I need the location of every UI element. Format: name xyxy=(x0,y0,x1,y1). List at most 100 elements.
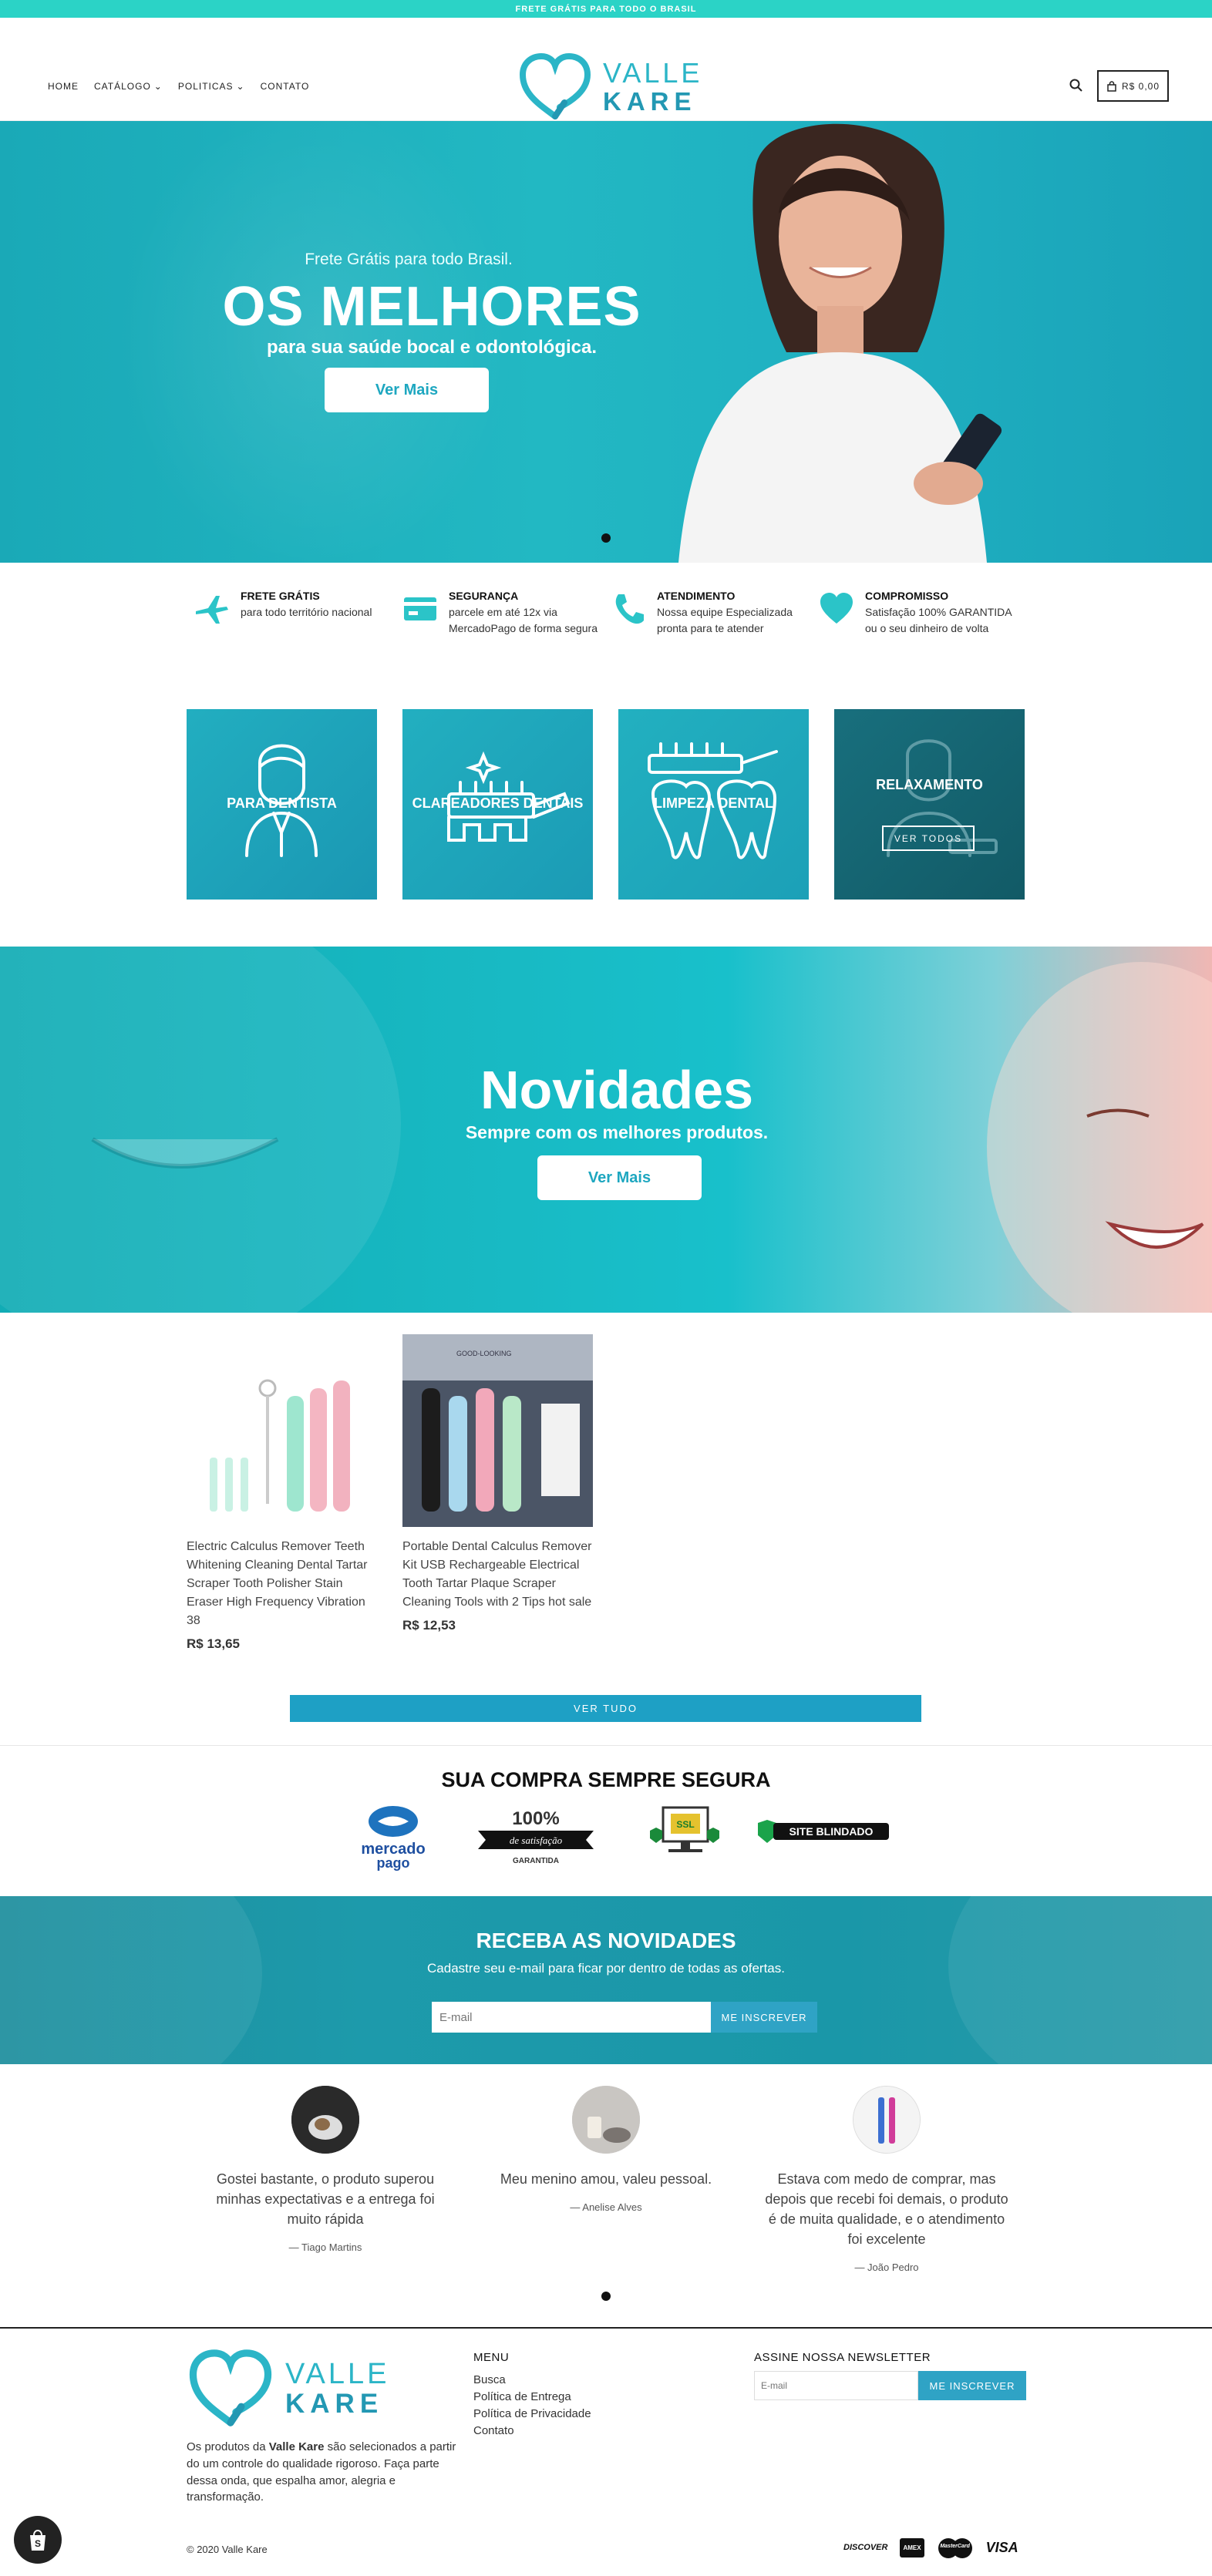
site-logo[interactable]: VALLE KARE xyxy=(518,52,702,121)
footer-menu: MENU Busca Política de Entrega Política … xyxy=(473,2351,591,2440)
hero-title: OS MELHORES xyxy=(222,276,641,338)
nav-item-catalogo[interactable]: CATÁLOGO ⌄ xyxy=(94,81,163,92)
hero-banner: Frete Grátis para todo Brasil. OS MELHOR… xyxy=(0,121,1212,563)
heart-icon xyxy=(820,593,853,624)
hero-cta-button[interactable]: Ver Mais xyxy=(325,368,489,412)
product-price: R$ 13,65 xyxy=(187,1636,240,1651)
category-label: RELAXAMENTO xyxy=(876,777,983,792)
credit-card-icon xyxy=(404,597,436,620)
satisfaction-badge: 100% de satisfação GARANTIDA xyxy=(478,1808,594,1865)
about-brand: Valle Kare xyxy=(268,2440,325,2453)
nav-item-home[interactable]: HOME xyxy=(48,81,79,92)
feature-title: SEGURANÇA xyxy=(449,590,519,602)
mercado-pago-logo: mercado pago xyxy=(361,1806,426,1871)
ver-tudo-label: VER TUDO xyxy=(574,1703,638,1714)
feature-item: SEGURANÇA parcele em até 12x via Mercado… xyxy=(401,590,609,637)
footer-link-entrega[interactable]: Política de Entrega xyxy=(473,2389,591,2406)
product-card[interactable]: Electric Calculus Remover Teeth Whitenin… xyxy=(187,1334,377,1652)
footer-newsletter-title: ASSINE NOSSA NEWSLETTER xyxy=(754,2351,931,2364)
nav-label: CATÁLOGO xyxy=(94,81,151,92)
nav-label: POLITICAS xyxy=(177,81,234,92)
cart-button[interactable]: R$ 0,00 xyxy=(1097,70,1169,102)
testimonial-item: Gostei bastante, o produto superou minha… xyxy=(185,2086,466,2273)
laughing-woman-right-image xyxy=(987,962,1212,1313)
newsletter-subscribe-label: ME INSCREVER xyxy=(721,2011,807,2023)
product-card[interactable]: GOOD-LOOKING Portable Dental Calculus Re… xyxy=(402,1334,593,1652)
secure-title: SUA COMPRA SEMPRE SEGURA xyxy=(441,1768,771,1791)
satisfaction-guarantee: GARANTIDA xyxy=(513,1857,559,1865)
testimonial-item: Estava com medo de comprar, mas depois q… xyxy=(746,2086,1027,2273)
avatar-image xyxy=(853,2087,920,2153)
ssl-text: SSL xyxy=(676,1819,694,1830)
slider-dot[interactable] xyxy=(601,533,611,543)
mastercard-label: MasterCard xyxy=(940,2544,970,2549)
footer-menu-title: MENU xyxy=(473,2351,510,2364)
footer-link-contato[interactable]: Contato xyxy=(473,2423,591,2440)
satisfaction-percent: 100% xyxy=(512,1808,559,1829)
nav-item-contato[interactable]: CONTATO xyxy=(261,81,310,92)
feature-item: COMPROMISSO Satisfação 100% GARANTIDA ou… xyxy=(817,590,1025,637)
phone-icon xyxy=(615,594,644,624)
footer-email-input[interactable] xyxy=(754,2371,918,2400)
site-blindado-text: SITE BLINDADO xyxy=(789,1825,874,1838)
ver-todos-button[interactable]: VER TODOS xyxy=(882,826,975,851)
feature-text: para todo território nacional xyxy=(241,606,372,618)
shopify-chat-button[interactable]: S xyxy=(14,2516,62,2564)
hero-cta-label: Ver Mais xyxy=(375,381,439,399)
product-image-caption: GOOD-LOOKING xyxy=(456,1350,512,1357)
category-tile-limpeza[interactable]: LIMPEZA DENTAL xyxy=(618,709,809,900)
product-image xyxy=(187,1334,377,1527)
calculus-remover-kit-image: GOOD-LOOKING xyxy=(402,1334,593,1527)
nav-item-politicas[interactable]: POLITICAS ⌄ xyxy=(178,81,245,92)
main-nav: HOME CATÁLOGO ⌄ POLITICAS ⌄ CONTATO xyxy=(48,81,309,92)
ver-todos-label: VER TODOS xyxy=(894,832,963,844)
newsletter-email-input[interactable] xyxy=(432,2002,711,2033)
testimonial-slider-dot[interactable] xyxy=(601,2292,611,2301)
chevron-down-icon: ⌄ xyxy=(236,81,245,92)
testimonial-item: Meu menino amou, valeu pessoal. — Anelis… xyxy=(466,2086,746,2273)
ver-tudo-button[interactable]: VER TUDO xyxy=(290,1695,921,1722)
product-price: R$ 12,53 xyxy=(402,1618,456,1633)
site-blindado-badge: SITE BLINDADO xyxy=(758,1820,889,1843)
novidades-cta-button[interactable]: Ver Mais xyxy=(537,1155,702,1200)
feature-text: Satisfação 100% GARANTIDA ou o seu dinhe… xyxy=(865,606,1012,634)
category-tile-clareadores[interactable]: CLAREADORES DENTAIS xyxy=(402,709,593,900)
smiling-woman-left-image xyxy=(0,947,401,1313)
section-divider xyxy=(0,1745,1212,1746)
site-header: HOME CATÁLOGO ⌄ POLITICAS ⌄ CONTATO VALLE … xyxy=(0,18,1212,121)
newsletter-subscribe-button[interactable]: ME INSCREVER xyxy=(711,2002,817,2033)
newsletter-subtitle: Cadastre seu e-mail para ficar por dentr… xyxy=(427,1961,785,1976)
novidades-subtitle: Sempre com os melhores produtos. xyxy=(465,1122,769,1142)
feature-title: COMPROMISSO xyxy=(865,590,949,602)
avatar xyxy=(291,2086,359,2154)
avatar xyxy=(572,2086,640,2154)
features-row: FRETE GRÁTIS para todo território nacion… xyxy=(193,590,1025,637)
chevron-down-icon: ⌄ xyxy=(153,81,163,92)
hero-subtitle: Frete Grátis para todo Brasil. xyxy=(305,251,513,268)
about-text: Os produtos da xyxy=(187,2440,269,2453)
category-grid: PARA DENTISTA CLAREADORES DENTAIS LIMPEZ… xyxy=(187,709,1025,900)
novidades-banner: Novidades Sempre com os melhores produto… xyxy=(0,947,1212,1313)
footer-newsletter: ASSINE NOSSA NEWSLETTER xyxy=(754,2351,931,2372)
copyright: © 2020 Valle Kare xyxy=(187,2544,268,2555)
feature-item: ATENDIMENTO Nossa equipe Especializada p… xyxy=(609,590,817,637)
shopify-bag-icon: S xyxy=(30,2530,45,2551)
footer-logo[interactable]: VALLE KARE xyxy=(187,2348,389,2428)
product-image: GOOD-LOOKING xyxy=(402,1334,593,1527)
testimonial-quote: Estava com medo de comprar, mas depois q… xyxy=(765,2171,1008,2248)
logo-line1: VALLE xyxy=(603,56,703,89)
search-icon[interactable] xyxy=(1069,78,1084,93)
svg-text:S: S xyxy=(35,2538,41,2549)
footer-link-privacidade[interactable]: Política de Privacidade xyxy=(473,2406,591,2423)
category-tile-para-dentista[interactable]: PARA DENTISTA xyxy=(187,709,377,900)
amex-icon: AMEX xyxy=(900,2537,924,2558)
newsletter-background-faces xyxy=(0,1896,1212,2064)
feature-text: parcele em até 12x via MercadoPago de fo… xyxy=(449,606,598,634)
category-label: PARA DENTISTA xyxy=(227,795,337,811)
testimonials: Gostei bastante, o produto superou minha… xyxy=(185,2086,1027,2273)
footer-subscribe-button[interactable]: ME INSCREVER xyxy=(918,2371,1026,2400)
footer-link-busca[interactable]: Busca xyxy=(473,2372,591,2389)
category-tile-relaxamento[interactable]: RELAXAMENTO VER TODOS xyxy=(834,709,1025,900)
mp-line2: pago xyxy=(377,1855,410,1871)
satisfaction-text: de satisfação xyxy=(510,1834,563,1846)
